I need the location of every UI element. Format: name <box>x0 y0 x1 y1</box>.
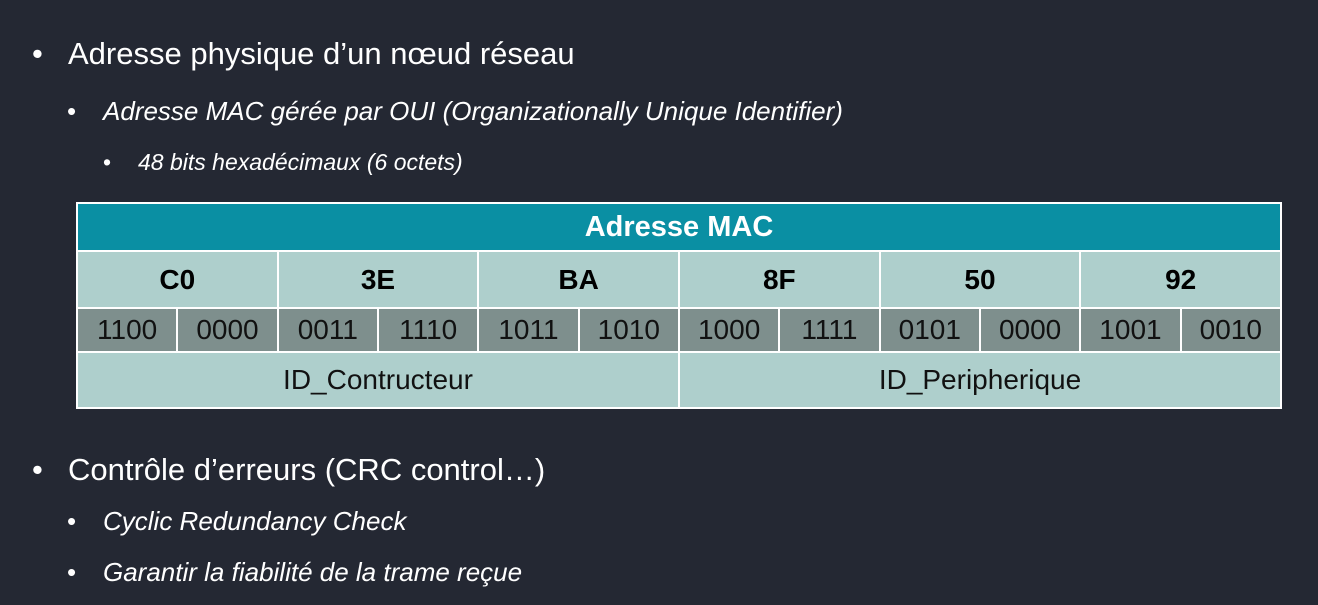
bullet-crc: • Cyclic Redundancy Check <box>67 506 406 537</box>
table-header-row: Adresse MAC <box>76 202 1282 252</box>
bullet-error-control: • Contrôle d’erreurs (CRC control…) <box>32 452 545 488</box>
bullet-frame-reliability: • Garantir la fiabilité de la trame reçu… <box>67 557 522 588</box>
id-manufacturer-cell: ID_Contructeur <box>76 351 680 409</box>
bullet-text: Garantir la fiabilité de la trame reçue <box>103 557 523 587</box>
bullet-mac-oui: • Adresse MAC gérée par OUI (Organizatio… <box>67 96 843 127</box>
binary-cell: 1000 <box>677 307 781 353</box>
bullet-text: Adresse MAC gérée par OUI (Organizationa… <box>103 96 843 126</box>
bullet-dot: • <box>32 452 43 487</box>
bullet-dot: • <box>67 557 77 587</box>
bullet-text: Contrôle d’erreurs (CRC control…) <box>68 452 546 487</box>
binary-row: 1100 0000 0011 1110 1011 1010 1000 1111 … <box>75 307 1283 353</box>
bullet-physical-address: • Adresse physique d’un nœud réseau <box>32 36 575 72</box>
hex-cell: BA <box>477 250 680 309</box>
id-device-cell: ID_Peripherique <box>677 351 1283 409</box>
binary-cell: 1110 <box>376 307 480 353</box>
hex-cell: C0 <box>76 250 279 309</box>
bullet-text: Adresse physique d’un nœud réseau <box>68 36 575 71</box>
bullet-dot: • <box>32 36 43 71</box>
table-title: Adresse MAC <box>76 202 1282 252</box>
bullet-48-bits: • 48 bits hexadécimaux (6 octets) <box>103 149 463 176</box>
bullet-dot: • <box>103 149 112 175</box>
binary-cell: 0000 <box>176 307 279 353</box>
hex-cell: 3E <box>276 250 480 309</box>
bullet-text: 48 bits hexadécimaux (6 octets) <box>138 149 463 175</box>
binary-cell: 1111 <box>778 307 881 353</box>
binary-cell: 1011 <box>477 307 580 353</box>
hex-cell: 92 <box>1079 250 1282 309</box>
mac-address-table: Adresse MAC C0 3E BA 8F 50 92 1100 0000 … <box>75 202 1283 409</box>
hex-cell: 50 <box>878 250 1082 309</box>
hex-row: C0 3E BA 8F 50 92 <box>76 250 1282 309</box>
binary-cell: 0010 <box>1179 307 1283 353</box>
bullet-dot: • <box>67 96 77 126</box>
bullet-dot: • <box>67 506 77 536</box>
hex-cell: 8F <box>677 250 881 309</box>
binary-cell: 0000 <box>978 307 1082 353</box>
binary-cell: 1010 <box>577 307 680 353</box>
id-row: ID_Contructeur ID_Peripherique <box>76 351 1283 409</box>
binary-cell: 0101 <box>878 307 981 353</box>
binary-cell: 1001 <box>1079 307 1182 353</box>
bullet-text: Cyclic Redundancy Check <box>103 506 407 536</box>
binary-cell: 1100 <box>75 307 179 353</box>
binary-cell: 0011 <box>276 307 379 353</box>
